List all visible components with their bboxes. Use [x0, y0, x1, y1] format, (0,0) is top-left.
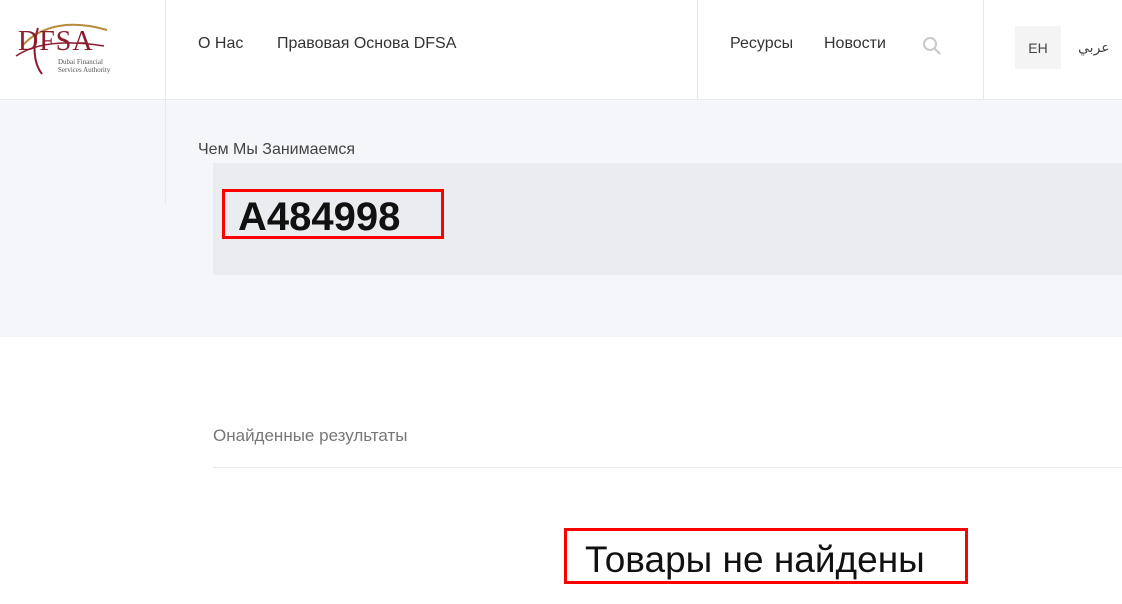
header-divider — [983, 0, 984, 99]
nav-news[interactable]: Новости — [824, 35, 886, 53]
search-title-box: A484998 — [213, 163, 1122, 275]
logo-mark: DFSA — [18, 26, 94, 57]
nav-legal-framework[interactable]: Правовая Основа DFSA — [277, 35, 456, 53]
nav-resources[interactable]: Ресурсы — [730, 35, 793, 53]
results-heading: Онайденные результаты — [213, 426, 408, 445]
dfsa-logo[interactable]: DFSA Dubai Financial Services Authority — [12, 16, 112, 78]
nav-about[interactable]: О Нас — [198, 35, 243, 53]
header-divider — [165, 0, 166, 99]
results-divider — [213, 467, 1122, 468]
hero-divider — [165, 100, 166, 204]
language-en-button[interactable]: EH — [1015, 26, 1061, 69]
no-results-message: Товары не найдены — [585, 539, 925, 580]
language-ar-link[interactable]: عربي — [1078, 40, 1110, 56]
search-icon[interactable] — [922, 36, 942, 56]
header-divider — [697, 0, 698, 99]
page-title: A484998 — [238, 195, 401, 239]
site-header: DFSA Dubai Financial Services Authority … — [0, 0, 1122, 100]
hero-section: Чем Мы Занимаемся A484998 — [0, 100, 1122, 337]
page: DFSA Dubai Financial Services Authority … — [0, 0, 1122, 604]
breadcrumb[interactable]: Чем Мы Занимаемся — [198, 141, 355, 159]
logo-subtitle: Dubai Financial Services Authority — [58, 58, 111, 74]
